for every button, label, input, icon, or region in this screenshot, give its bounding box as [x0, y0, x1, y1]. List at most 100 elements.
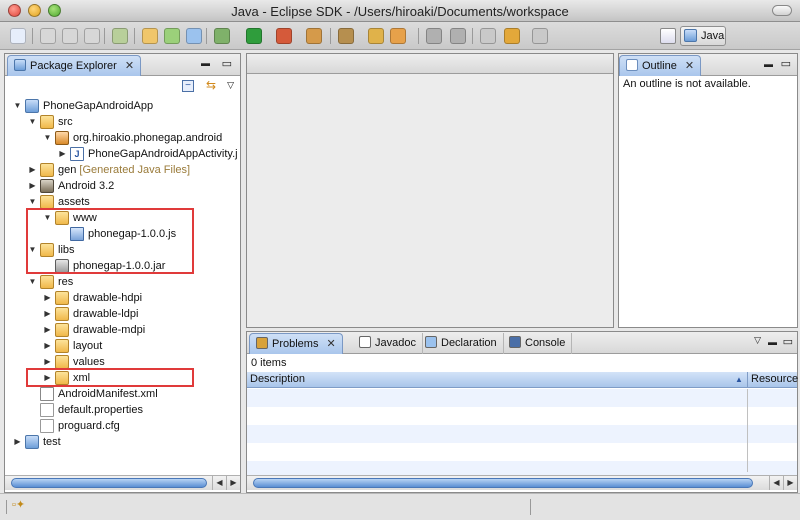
table-row [247, 443, 797, 461]
minimize-view-icon[interactable]: ▬ [764, 59, 773, 69]
problems-icon [256, 337, 268, 349]
new-class-icon[interactable] [186, 28, 202, 44]
collapsed-twisty-icon[interactable]: ▶ [43, 322, 52, 338]
perspective-switcher: Java [658, 26, 726, 46]
debug-icon[interactable] [214, 28, 230, 44]
previous-annotation-icon[interactable] [450, 28, 466, 44]
print-icon[interactable] [84, 28, 100, 44]
forward-icon[interactable] [532, 28, 548, 44]
collapsed-twisty-icon[interactable]: ▶ [43, 306, 52, 322]
collapsed-twisty-icon[interactable]: ▶ [43, 338, 52, 354]
highlight-box-xml [26, 368, 194, 387]
tree-item[interactable]: ▶ layout [5, 338, 240, 354]
collapse-all-icon[interactable]: − [182, 80, 194, 92]
scroll-right-icon[interactable]: ▶ [226, 476, 240, 490]
window-title: Java - Eclipse SDK - /Users/hiroaki/Docu… [231, 4, 569, 19]
tree-item[interactable]: ▶ J PhoneGapAndroidAppActivity.j [5, 146, 240, 162]
java-perspective-button[interactable]: Java [680, 26, 726, 46]
link-with-editor-icon[interactable]: ⇆ [206, 78, 216, 92]
folder-icon [55, 323, 69, 337]
column-resource[interactable]: Resource [751, 373, 798, 385]
maximize-view-icon[interactable]: ▭ [781, 57, 791, 70]
scrollbar-thumb[interactable] [11, 478, 207, 488]
save-icon[interactable] [40, 28, 56, 44]
tree-item[interactable]: ▶ gen [Generated Java Files] [5, 162, 240, 178]
back-icon[interactable] [504, 28, 520, 44]
tab-outline[interactable]: Outline ✕ [619, 55, 702, 76]
tree-item[interactable]: ▶ test [5, 434, 240, 450]
tree-item[interactable]: AndroidManifest.xml [5, 386, 240, 402]
next-annotation-icon[interactable] [426, 28, 442, 44]
scroll-left-icon[interactable]: ◀ [212, 476, 226, 490]
fast-view-icon[interactable]: ▫✦ [12, 498, 25, 511]
tab-label: Declaration [441, 337, 497, 349]
collapsed-twisty-icon[interactable]: ▶ [28, 162, 37, 178]
new-java-project-icon[interactable] [142, 28, 158, 44]
tree-item[interactable]: ▶ drawable-hdpi [5, 290, 240, 306]
scrollbar-thumb[interactable] [253, 478, 753, 488]
run-icon[interactable] [246, 28, 262, 44]
problems-horizontal-scrollbar[interactable]: ◀ ▶ [247, 475, 797, 490]
tab-problems[interactable]: Problems ✕ [249, 333, 343, 354]
new-icon[interactable] [10, 28, 26, 44]
search-icon[interactable] [338, 28, 354, 44]
maximize-view-icon[interactable]: ▭ [222, 57, 232, 70]
column-divider[interactable] [747, 372, 748, 387]
tree-item[interactable]: ▼ src [5, 114, 240, 130]
tree-item[interactable]: ▶ drawable-ldpi [5, 306, 240, 322]
open-perspective-icon[interactable] [660, 28, 676, 44]
last-edit-icon[interactable] [480, 28, 496, 44]
status-divider [530, 499, 531, 515]
expanded-twisty-icon[interactable]: ▼ [28, 274, 37, 290]
toolbar-toggle-button[interactable] [772, 5, 792, 16]
import-icon[interactable] [112, 28, 128, 44]
view-menu-icon[interactable]: ▽ [227, 80, 234, 91]
collapsed-twisty-icon[interactable]: ▶ [43, 290, 52, 306]
folder-icon [55, 291, 69, 305]
explorer-horizontal-scrollbar[interactable]: ◀ ▶ [5, 475, 240, 490]
tree-item[interactable]: default.properties [5, 402, 240, 418]
tab-package-explorer[interactable]: Package Explorer ✕ [7, 55, 142, 76]
expanded-twisty-icon[interactable]: ▼ [28, 114, 37, 130]
tree-item[interactable]: ▼ org.hiroakio.phonegap.android [5, 130, 240, 146]
expanded-twisty-icon[interactable]: ▼ [43, 130, 52, 146]
close-icon[interactable]: ✕ [685, 60, 694, 72]
collapsed-twisty-icon[interactable]: ▶ [58, 146, 67, 162]
tree-item[interactable]: ▼ PhoneGapAndroidApp [5, 98, 240, 114]
package-icon [55, 131, 69, 145]
minimize-view-icon[interactable]: ▬ [768, 337, 777, 347]
problems-item-count: 0 items [251, 357, 287, 369]
external-tools-icon[interactable] [276, 28, 292, 44]
java-perspective-icon [684, 29, 697, 42]
minimize-view-icon[interactable]: ▬ [201, 58, 210, 68]
tree-item[interactable]: ▼ res [5, 274, 240, 290]
tree-item[interactable]: ▶ Android 3.2 [5, 178, 240, 194]
tab-javadoc[interactable]: Javadoc [353, 333, 423, 354]
maximize-view-icon[interactable]: ▭ [783, 335, 793, 348]
new-server-icon[interactable] [306, 28, 322, 44]
tab-console[interactable]: Console [503, 333, 573, 354]
column-description[interactable]: Description [250, 373, 305, 385]
tab-declaration[interactable]: Declaration [419, 333, 504, 354]
close-icon[interactable]: ✕ [125, 60, 134, 72]
tree-item[interactable]: ▶ drawable-mdpi [5, 322, 240, 338]
tab-outline-label: Outline [642, 60, 677, 72]
toolbar-separator [418, 28, 419, 44]
open-type-icon[interactable] [368, 28, 384, 44]
scroll-left-icon[interactable]: ◀ [769, 476, 783, 490]
tree-item-label: test [43, 436, 61, 448]
new-package-icon[interactable] [164, 28, 180, 44]
tree-item[interactable]: proguard.cfg [5, 418, 240, 434]
collapsed-twisty-icon[interactable]: ▶ [13, 434, 22, 450]
editor-area[interactable] [246, 53, 614, 328]
save-all-icon[interactable] [62, 28, 78, 44]
open-task-icon[interactable] [390, 28, 406, 44]
collapsed-twisty-icon[interactable]: ▶ [28, 178, 37, 194]
expanded-twisty-icon[interactable]: ▼ [13, 98, 22, 114]
declaration-icon [425, 336, 437, 348]
close-icon[interactable]: ✕ [326, 338, 335, 350]
tree-item-label: layout [73, 340, 103, 352]
tree-item-label: PhoneGapAndroidAppActivity.j [88, 148, 238, 160]
view-menu-icon[interactable]: ▽ [754, 335, 761, 346]
scroll-right-icon[interactable]: ▶ [783, 476, 797, 490]
